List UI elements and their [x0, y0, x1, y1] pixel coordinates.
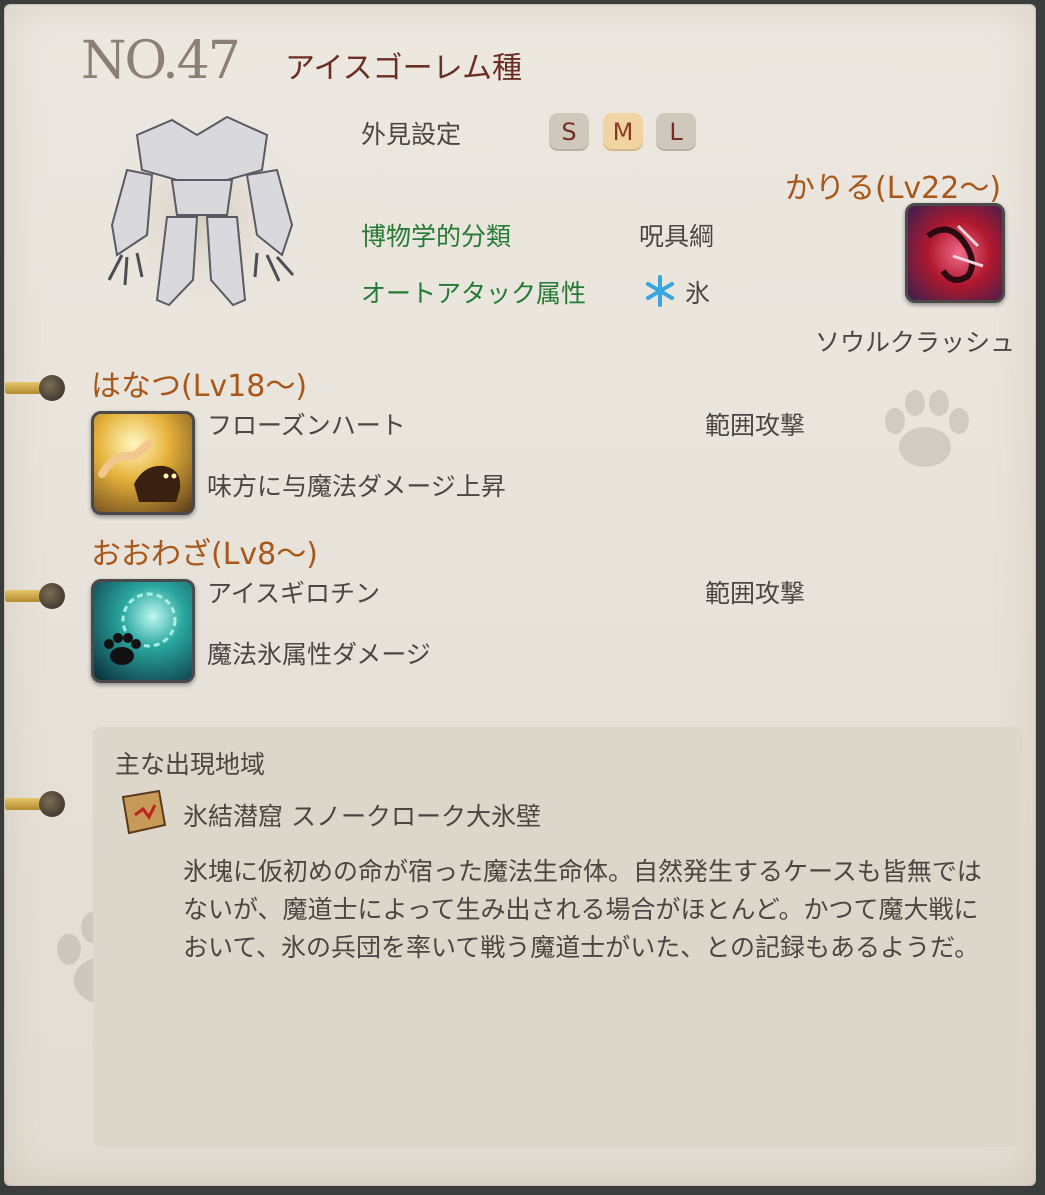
hanatsu-effect: 味方に与魔法ダメージ上昇 [207, 472, 506, 501]
region-heading: 主な出現地域 [115, 750, 266, 779]
frozen-heart-icon[interactable] [91, 411, 195, 515]
binder-ring [5, 583, 65, 609]
oowaza-skill-name: アイスギロチン [207, 579, 381, 608]
auto-attack-label: オートアタック属性 [361, 279, 587, 308]
kariru-title: かりる(Lv22～) [785, 171, 1002, 206]
ice-golem-portrait [102, 115, 302, 315]
ice-guillotine-icon[interactable] [91, 579, 195, 683]
oowaza-range: 範囲攻撃 [705, 579, 806, 608]
kariru-skill-name: ソウルクラッシュ [815, 328, 1016, 357]
minion-name: アイスゴーレム種 [285, 51, 522, 86]
region-description: 氷塊に仮初めの命が宿った魔法生命体。自然発生するケースも皆無ではないが、魔道士に… [183, 857, 982, 962]
size-m-button[interactable]: M [603, 113, 643, 151]
binder-ring [5, 791, 65, 817]
oowaza-title: おおわざ(Lv8～) [91, 537, 318, 572]
appearance-label: 外見設定 [361, 120, 462, 149]
minion-number: NO.47 [81, 31, 241, 91]
classification-value: 呪具綱 [639, 222, 715, 251]
classification-label: 博物学的分類 [361, 222, 512, 251]
auto-attack-value: 氷 [685, 279, 711, 308]
size-l-button[interactable]: L [656, 113, 696, 151]
ice-snowflake-icon [646, 275, 674, 307]
hanatsu-range: 範囲攻撃 [705, 411, 806, 440]
size-s-button[interactable]: S [549, 113, 589, 151]
oowaza-effect: 魔法氷属性ダメージ [207, 640, 431, 669]
binder-ring [5, 375, 65, 401]
map-scroll-icon[interactable] [115, 787, 169, 837]
paw-watermark-icon [885, 390, 969, 467]
journal-page: NO.47 アイスゴーレム種 外見設定 S M L 博物学的分類 呪具綱 オート… [4, 4, 1036, 1186]
soul-crush-icon[interactable] [905, 203, 1005, 303]
region-location[interactable]: 氷結潜窟 スノークローク大氷壁 [183, 797, 541, 833]
hanatsu-skill-name: フローズンハート [207, 411, 406, 440]
hanatsu-title: はなつ(Lv18～) [91, 369, 308, 404]
